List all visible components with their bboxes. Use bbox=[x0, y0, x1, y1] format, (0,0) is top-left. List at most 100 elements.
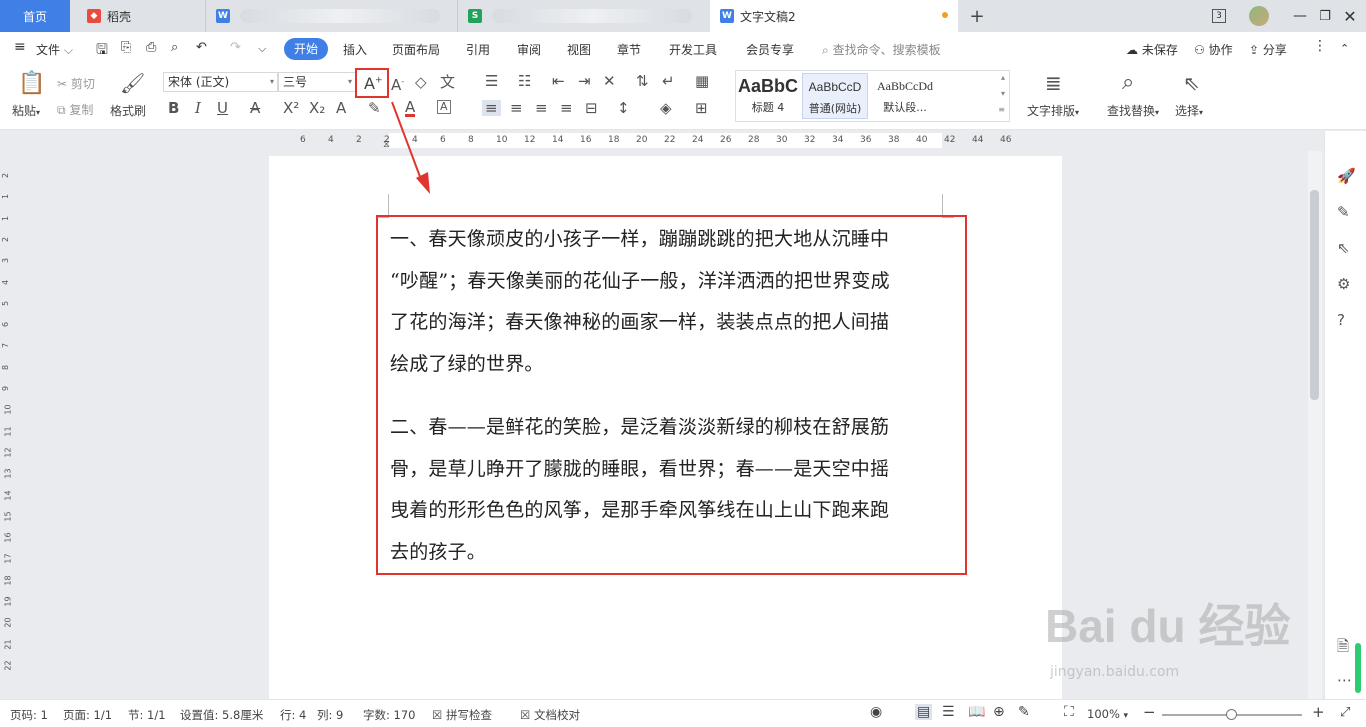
subscript-icon[interactable]: X₂ bbox=[309, 100, 325, 116]
doc-check-icon[interactable]: 🗎 bbox=[1337, 636, 1349, 661]
copy-button[interactable]: ⧉ 复制 bbox=[57, 101, 93, 118]
line-spacing-icon[interactable]: ↕ bbox=[617, 100, 630, 116]
menu-section[interactable]: 章节 bbox=[617, 41, 641, 58]
bold-icon[interactable]: B bbox=[168, 100, 179, 116]
zoom-slider-handle[interactable] bbox=[1226, 709, 1237, 720]
cursor-select-icon[interactable]: ⇖ bbox=[1337, 239, 1350, 257]
window-count-button[interactable]: 3 bbox=[1208, 0, 1230, 32]
minimize-button[interactable]: — bbox=[1290, 0, 1310, 32]
outline-view-icon[interactable]: ☰ bbox=[942, 704, 955, 720]
print-preview-icon[interactable]: ⌕ bbox=[171, 40, 178, 55]
more-icon[interactable]: ⋮ bbox=[1313, 38, 1327, 54]
find-replace-button[interactable]: 查找替换▾ bbox=[1107, 102, 1159, 119]
grow-font-button[interactable]: A+ bbox=[355, 68, 389, 98]
eye-icon[interactable]: ◉ bbox=[870, 704, 882, 720]
search-command[interactable]: ⌕ 查找命令、搜索模板 bbox=[822, 41, 941, 58]
status-words[interactable]: 字数: 170 bbox=[363, 707, 415, 723]
menu-review[interactable]: 审阅 bbox=[517, 41, 541, 58]
collapse-ribbon-icon[interactable]: ⌃ bbox=[1340, 42, 1349, 55]
gallery-up-icon[interactable]: ▴ bbox=[1001, 73, 1005, 82]
border-icon[interactable]: ⊞ bbox=[695, 100, 708, 116]
status-pages[interactable]: 页面: 1/1 bbox=[63, 707, 112, 723]
gallery-down-icon[interactable]: ▾ bbox=[1001, 89, 1005, 98]
zoom-out-icon[interactable]: − bbox=[1143, 703, 1156, 721]
zoom-level[interactable]: 100% ▾ bbox=[1087, 707, 1128, 721]
font-size-select[interactable]: 三号 ▾ bbox=[278, 72, 356, 92]
menu-insert[interactable]: 插入 bbox=[343, 41, 367, 58]
share-button[interactable]: ⇪ 分享 bbox=[1249, 41, 1287, 58]
select-button[interactable]: 选择▾ bbox=[1175, 102, 1203, 119]
status-section[interactable]: 节: 1/1 bbox=[128, 707, 166, 723]
menu-member[interactable]: 会员专享 bbox=[746, 41, 794, 58]
align-center-icon[interactable]: ≡ bbox=[510, 100, 523, 116]
paragraph-1[interactable]: 一、春天像顽皮的小孩子一样，蹦蹦跳跳的把大地从沉睡中 “吵醒”；春天像美丽的花仙… bbox=[390, 219, 950, 385]
tab-document[interactable]: W 文字文稿2 bbox=[710, 0, 958, 32]
tab-writer-blurred[interactable]: W bbox=[205, 0, 455, 32]
menu-file[interactable]: 文件 ⌵ bbox=[36, 41, 73, 58]
scrollbar-thumb[interactable] bbox=[1310, 190, 1319, 400]
reading-view-icon[interactable]: 📖 bbox=[968, 704, 985, 720]
pen-icon[interactable]: ✎ bbox=[1337, 203, 1350, 221]
page-view-icon[interactable]: ▤ bbox=[915, 704, 933, 720]
decrease-indent-icon[interactable]: ⇤ bbox=[552, 73, 565, 89]
gallery-more-icon[interactable]: ≡ bbox=[998, 105, 1005, 114]
status-col[interactable]: 列: 9 bbox=[317, 707, 343, 723]
numbered-list-icon[interactable]: ☷ bbox=[518, 73, 531, 89]
align-right-icon[interactable]: ≡ bbox=[535, 100, 548, 116]
rocket-icon[interactable]: 🚀 bbox=[1337, 167, 1356, 185]
format-painter-button[interactable]: 格式刷 bbox=[110, 102, 146, 119]
menu-page-layout[interactable]: 页面布局 bbox=[392, 41, 440, 58]
find-icon[interactable]: ⌕ bbox=[1122, 71, 1134, 95]
font-name-select[interactable]: 宋体 (正文) ▾ bbox=[163, 72, 278, 92]
fit-page-icon[interactable]: ⛶ bbox=[1064, 704, 1074, 720]
underline-icon[interactable]: U bbox=[217, 100, 228, 116]
distribute-icon[interactable]: ⊟ bbox=[585, 100, 598, 116]
redo-icon[interactable]: ↷ bbox=[230, 40, 241, 55]
avatar[interactable] bbox=[1248, 0, 1270, 32]
style-default-paragraph[interactable]: AaBbCcDd 默认段... bbox=[870, 73, 940, 119]
help-icon[interactable]: ? bbox=[1337, 311, 1345, 329]
phonetic-icon[interactable]: 文 bbox=[440, 74, 455, 90]
horizontal-ruler[interactable]: 6 4 2 2 4 6 8 10 12 14 16 18 20 22 24 26 28 30 32 34 36 38 40 4… bbox=[0, 131, 1308, 151]
highlight-icon[interactable]: ✎ bbox=[368, 100, 381, 116]
text-layout-button[interactable]: 文字排版▾ bbox=[1027, 102, 1079, 119]
cut-button[interactable]: ✂ 剪切 bbox=[57, 75, 95, 92]
expand-icon[interactable]: ⤢ bbox=[1340, 705, 1350, 720]
shrink-font-icon[interactable]: A- bbox=[391, 74, 404, 93]
paste-icon[interactable]: 📋 bbox=[18, 72, 45, 96]
superscript-icon[interactable]: X² bbox=[283, 100, 299, 116]
menu-view[interactable]: 视图 bbox=[567, 41, 591, 58]
status-row[interactable]: 行: 4 bbox=[280, 707, 306, 723]
status-page-num[interactable]: 页码: 1 bbox=[10, 707, 48, 723]
menu-start[interactable]: 开始 bbox=[284, 38, 328, 60]
more-dots-icon[interactable]: ⋯ bbox=[1337, 671, 1352, 689]
quick-access-chevron-icon[interactable]: ⌵ bbox=[258, 42, 266, 56]
restore-button[interactable]: ❐ bbox=[1315, 0, 1335, 32]
zoom-in-icon[interactable]: + bbox=[1312, 703, 1325, 721]
char-border-icon[interactable]: A bbox=[437, 100, 451, 114]
unsaved-button[interactable]: ☁ 未保存 bbox=[1126, 41, 1178, 58]
tab-home[interactable]: 首页 bbox=[0, 0, 70, 32]
export-icon[interactable]: ⎘ bbox=[121, 40, 131, 55]
spellcheck-button[interactable]: ☒ 拼写检查 bbox=[432, 707, 492, 723]
print-icon[interactable]: ⎙ bbox=[146, 40, 156, 55]
text-layout-icon[interactable]: ≣ bbox=[1045, 72, 1062, 94]
format-painter-icon[interactable]: 🖌 bbox=[120, 72, 145, 94]
sort-icon[interactable]: ⇅ bbox=[636, 73, 649, 89]
tab-daoke[interactable]: ◆ 稻壳 bbox=[75, 0, 200, 32]
paste-button[interactable]: 粘贴▾ bbox=[12, 102, 40, 119]
shading-icon[interactable]: ◈ bbox=[660, 100, 672, 116]
tab-sheet-blurred[interactable]: S bbox=[457, 0, 707, 32]
proofread-button[interactable]: ☒ 文档校对 bbox=[520, 707, 580, 723]
show-marks-icon[interactable]: ↵ bbox=[662, 73, 675, 89]
align-left-icon[interactable]: ≡ bbox=[482, 100, 501, 116]
cursor-icon[interactable]: ⇖ bbox=[1183, 72, 1200, 94]
write-mode-icon[interactable]: ✎ bbox=[1018, 704, 1030, 720]
vertical-ruler[interactable]: 2 1 1 2 3 4 5 6 7 8 9 10 11 12 13 14 15 16 17 18 19 20 21 22 bbox=[0, 151, 14, 699]
settings-sliders-icon[interactable]: ⚙ bbox=[1337, 275, 1350, 293]
bullet-list-icon[interactable]: ☰ bbox=[485, 73, 498, 89]
clear-format-icon[interactable]: ◇ bbox=[415, 74, 427, 90]
close-button[interactable]: ✕ bbox=[1340, 0, 1360, 32]
justify-icon[interactable]: ≡ bbox=[560, 100, 573, 116]
save-icon[interactable]: 🖫 bbox=[96, 39, 108, 63]
